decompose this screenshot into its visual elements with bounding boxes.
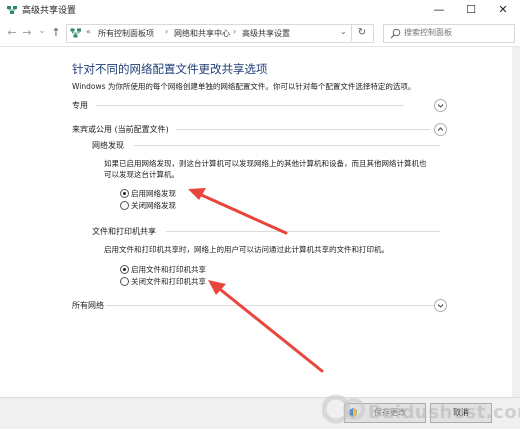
radio-label[interactable]: 启用网络发现 bbox=[131, 188, 176, 199]
breadcrumb-separator[interactable]: › bbox=[233, 27, 236, 36]
divider bbox=[166, 231, 440, 232]
file-sharing-title: 文件和打印机共享 bbox=[92, 227, 156, 236]
refresh-button[interactable]: ↻ bbox=[351, 24, 372, 41]
profile-guest-label[interactable]: 来宾或公用 (当前配置文件) bbox=[72, 124, 169, 135]
forward-button[interactable]: → bbox=[21, 26, 33, 39]
expand-all-networks-button[interactable] bbox=[434, 299, 447, 312]
up-button[interactable]: ↑ bbox=[50, 26, 62, 39]
radio-label[interactable]: 关闭文件和打印机共享 bbox=[131, 276, 206, 287]
network-discovery-description-line2: 可以发现这台计算机。 bbox=[104, 170, 179, 179]
profile-private-label[interactable]: 专用 bbox=[72, 100, 88, 111]
radio-label[interactable]: 关闭网络发现 bbox=[131, 200, 176, 211]
divider bbox=[106, 305, 436, 306]
chevron-up-icon bbox=[437, 127, 444, 131]
control-panel-icon bbox=[70, 28, 81, 38]
search-input[interactable] bbox=[404, 26, 508, 39]
collapse-guest-button[interactable] bbox=[434, 123, 447, 136]
recent-locations-button[interactable]: ⌄ bbox=[36, 26, 48, 36]
radio-button-selected[interactable] bbox=[120, 189, 129, 198]
radio-button[interactable] bbox=[120, 201, 129, 210]
radio-label[interactable]: 启用文件和打印机共享 bbox=[131, 264, 206, 275]
address-bar[interactable]: « 所有控制面板项 › 网络和共享中心 › 高级共享设置 ⌄ bbox=[66, 24, 374, 43]
radio-dot bbox=[123, 192, 126, 195]
network-discovery-description-line1: 如果已启用网络发现，则这台计算机可以发现网络上的其他计算机和设备，而且其他网络计… bbox=[104, 159, 427, 168]
search-icon bbox=[390, 28, 401, 39]
main-content: 针对不同的网络配置文件更改共享选项 Windows 为你所使用的每个网络创建单独… bbox=[0, 47, 512, 397]
navigation-bar: ← → ⌄ ↑ « 所有控制面板项 › 网络和共享中心 › 高级共享设置 ⌄ ↻ bbox=[0, 20, 520, 47]
chevron-down-icon bbox=[437, 104, 444, 108]
page-description: Windows 为你所使用的每个网络创建单独的网络配置文件。你可以针对每个配置文… bbox=[72, 82, 416, 91]
watermark: Baidushest.com bbox=[321, 389, 520, 426]
breadcrumb-network-center[interactable]: 网络和共享中心 bbox=[174, 28, 230, 39]
watermark-logo bbox=[321, 394, 365, 424]
breadcrumb-overflow[interactable]: « bbox=[86, 27, 91, 36]
expand-private-button[interactable] bbox=[434, 99, 447, 112]
maximize-button[interactable]: ☐ bbox=[456, 0, 486, 20]
network-app-icon bbox=[7, 6, 17, 14]
page-title: 针对不同的网络配置文件更改共享选项 bbox=[72, 62, 268, 76]
breadcrumb-all-control-panel[interactable]: 所有控制面板项 bbox=[98, 28, 154, 39]
window-title: 高级共享设置 bbox=[22, 6, 77, 16]
radio-button[interactable] bbox=[120, 277, 129, 286]
file-sharing-description: 启用文件和打印机共享时，网络上的用户可以访问通过此计算机共享的文件和打印机。 bbox=[104, 245, 389, 254]
divider bbox=[134, 145, 440, 146]
address-dropdown-icon[interactable]: ⌄ bbox=[340, 27, 347, 36]
watermark-text: Baidushest.com bbox=[368, 402, 520, 423]
close-button[interactable]: ✕ bbox=[488, 0, 518, 20]
minimize-button[interactable]: — bbox=[424, 0, 454, 20]
breadcrumb-advanced-sharing[interactable]: 高级共享设置 bbox=[242, 28, 290, 39]
profile-all-networks-label[interactable]: 所有网络 bbox=[72, 300, 104, 311]
divider bbox=[176, 129, 430, 130]
radio-button-selected[interactable] bbox=[120, 265, 129, 274]
network-discovery-title: 网络发现 bbox=[92, 141, 124, 150]
title-bar: 高级共享设置 — ☐ ✕ bbox=[0, 0, 520, 20]
search-box[interactable] bbox=[383, 24, 515, 43]
divider bbox=[96, 105, 404, 106]
radio-dot bbox=[123, 268, 126, 271]
chevron-down-icon bbox=[437, 304, 444, 308]
back-button[interactable]: ← bbox=[6, 26, 18, 39]
scrollbar[interactable] bbox=[512, 47, 520, 397]
breadcrumb-separator[interactable]: › bbox=[165, 27, 168, 36]
